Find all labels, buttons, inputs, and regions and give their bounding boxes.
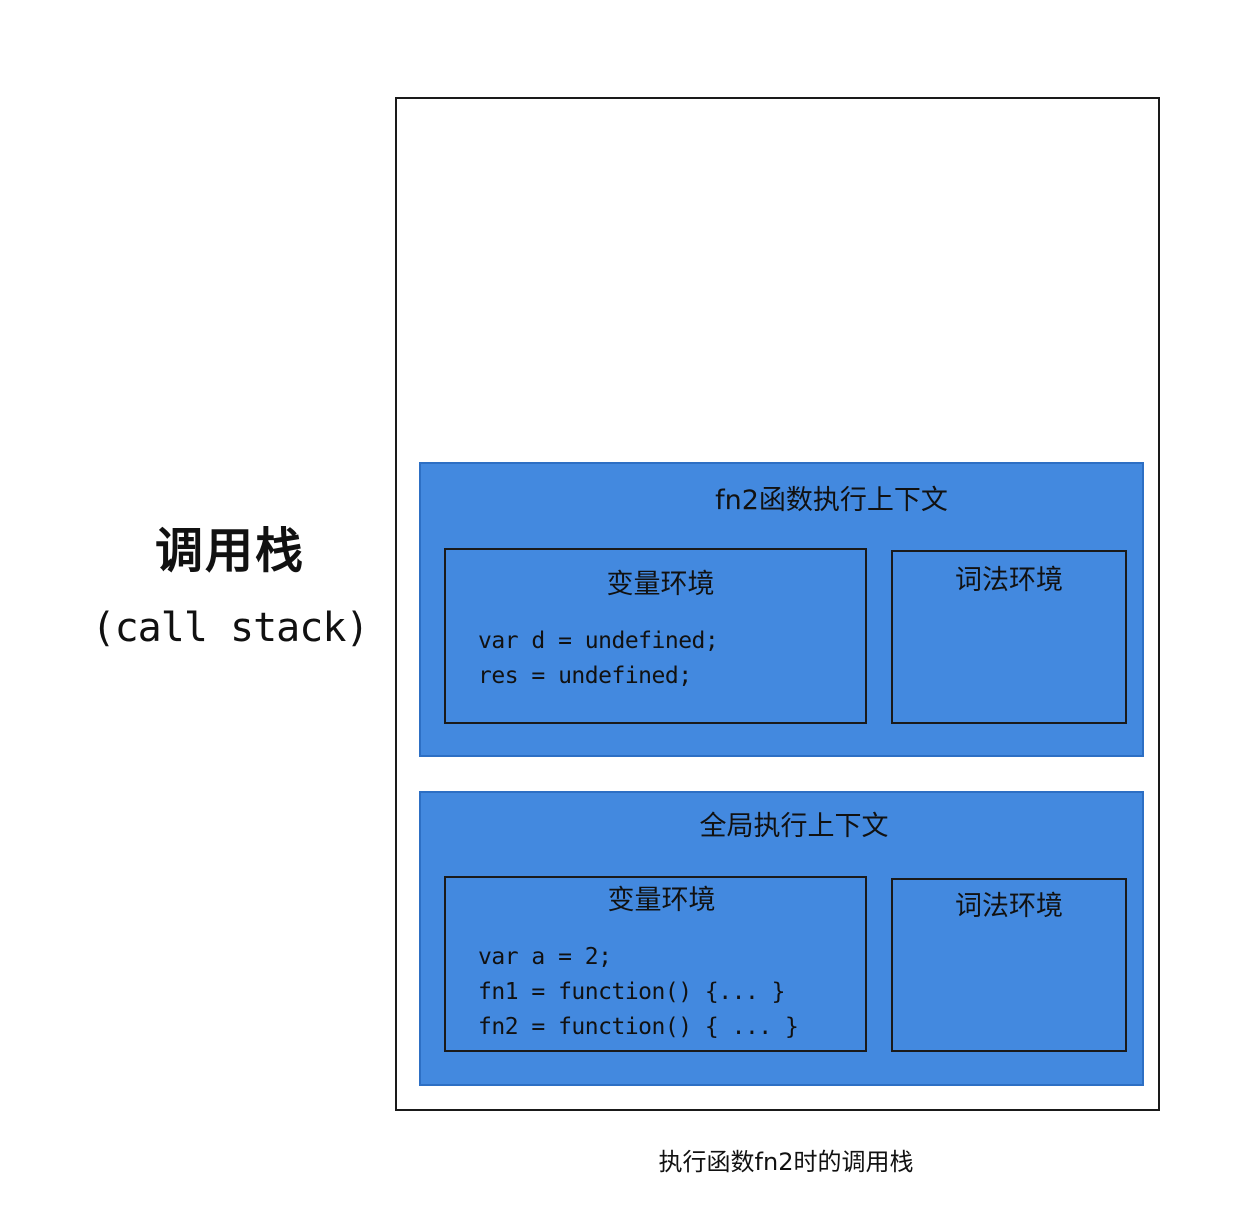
fn2-variable-environment-title: 变量环境 xyxy=(606,569,715,600)
fn2-context-title: fn2函数执行上下文 xyxy=(715,485,948,516)
global-lexical-environment: 词法环境 xyxy=(891,878,1127,1052)
global-variable-environment-title: 变量环境 xyxy=(607,885,716,916)
code-line: fn2 = function() { ... } xyxy=(478,1014,799,1040)
global-context-title: 全局执行上下文 xyxy=(699,811,889,842)
global-execution-context: 全局执行上下文 变量环境 var a = 2; fn1 = function() … xyxy=(419,791,1144,1086)
code-line: fn1 = function() {... } xyxy=(478,979,786,1005)
code-line: var a = 2; xyxy=(478,944,612,970)
call-stack-label-en: (call stack) xyxy=(91,605,370,651)
fn2-variable-environment-code: var d = undefined; res = undefined; xyxy=(478,624,719,694)
fn2-lexical-environment-title: 词法环境 xyxy=(955,565,1063,596)
fn2-execution-context: fn2函数执行上下文 变量环境 var d = undefined; res = … xyxy=(419,462,1144,757)
call-stack-label-zh: 调用栈 xyxy=(154,523,305,579)
call-stack-container: fn2函数执行上下文 变量环境 var d = undefined; res = … xyxy=(395,97,1160,1111)
code-line: res = undefined; xyxy=(478,663,692,689)
fn2-variable-environment: 变量环境 var d = undefined; res = undefined; xyxy=(444,548,867,724)
global-variable-environment: 变量环境 var a = 2; fn1 = function() {... } fn… xyxy=(444,876,867,1052)
diagram-caption: 执行函数fn2时的调用栈 xyxy=(658,1148,914,1176)
global-lexical-environment-title: 词法环境 xyxy=(955,891,1063,922)
code-line: var d = undefined; xyxy=(478,628,719,654)
fn2-lexical-environment: 词法环境 xyxy=(891,550,1127,724)
call-stack-label: 调用栈 (call stack) xyxy=(60,520,400,656)
global-variable-environment-code: var a = 2; fn1 = function() {... } fn2 = f… xyxy=(478,940,799,1045)
